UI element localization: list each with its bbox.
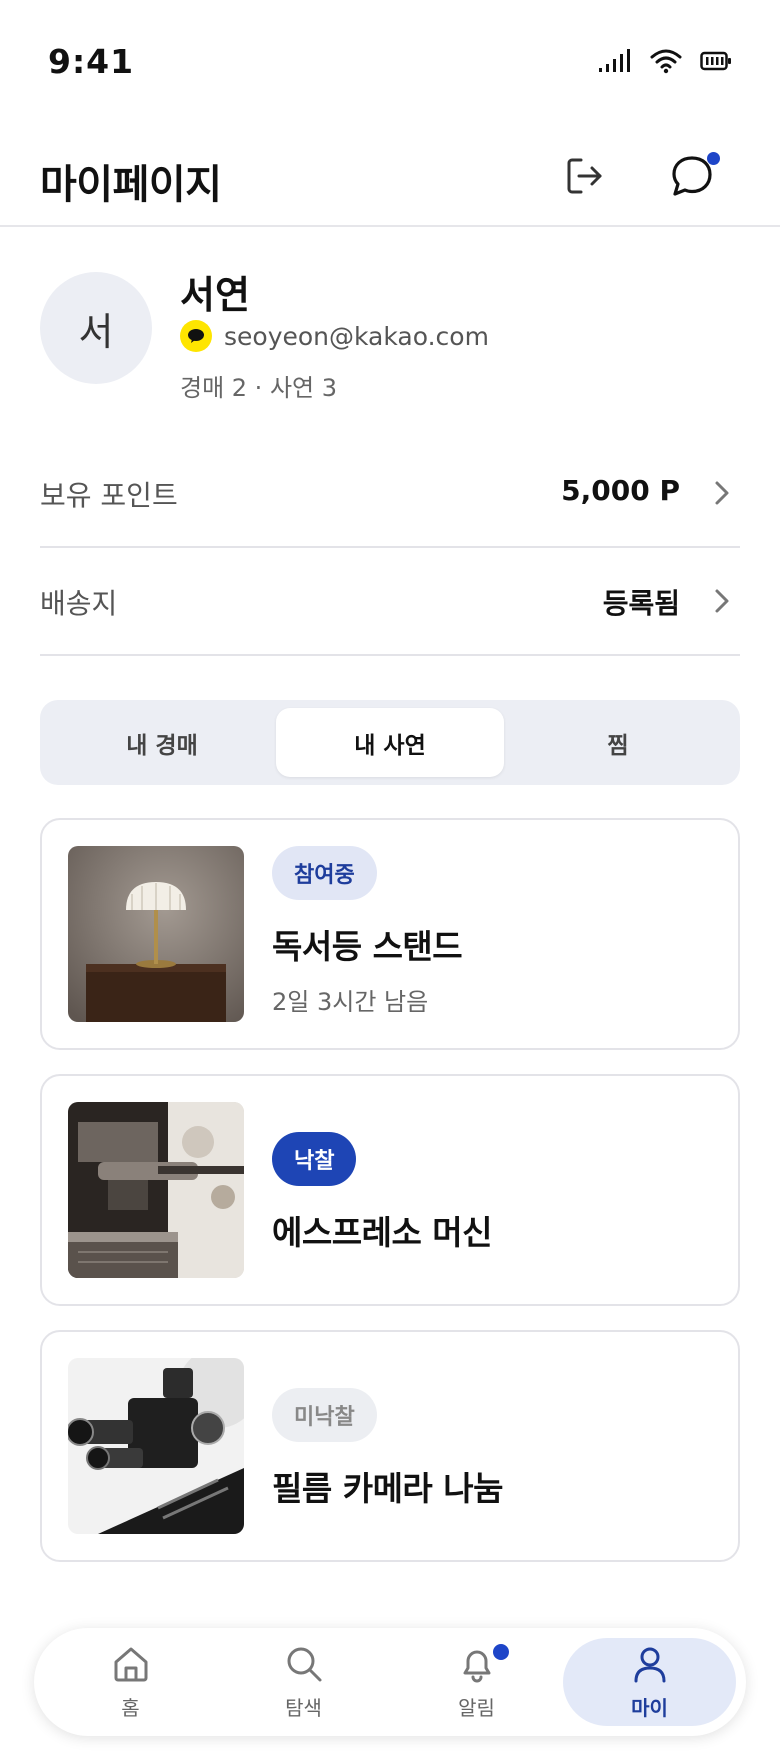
points-label: 보유 포인트 bbox=[40, 479, 178, 512]
wifi-icon bbox=[650, 48, 682, 78]
avatar: 서 bbox=[40, 272, 152, 384]
nav-search[interactable]: 탐색 bbox=[217, 1638, 390, 1726]
segment-tabs: 내 경매 내 사연 찜 bbox=[40, 700, 740, 785]
bell-icon bbox=[457, 1643, 509, 1688]
nav-label-notifications: 알림 bbox=[458, 1695, 495, 1720]
address-row[interactable]: 배송지 등록됨 bbox=[40, 548, 740, 656]
item-title: 독서등 스탠드 bbox=[272, 927, 463, 966]
nav-my[interactable]: 마이 bbox=[563, 1638, 736, 1726]
logout-icon bbox=[564, 155, 606, 201]
home-icon bbox=[111, 1644, 151, 1688]
page-title: 마이페이지 bbox=[40, 162, 222, 208]
notification-dot bbox=[492, 1643, 509, 1660]
lamp-thumbnail bbox=[68, 846, 244, 1022]
chat-notification-dot bbox=[707, 152, 720, 165]
user-name: 서연 bbox=[180, 273, 250, 317]
points-row[interactable]: 보유 포인트 5,000 P bbox=[40, 440, 740, 548]
status-icons bbox=[598, 48, 732, 78]
item-title: 에스프레소 머신 bbox=[272, 1213, 493, 1252]
tab-my-auctions[interactable]: 내 경매 bbox=[48, 708, 276, 777]
item-time-left: 2일 3시간 남음 bbox=[272, 988, 429, 1016]
search-icon bbox=[284, 1644, 324, 1688]
film-camera-thumbnail bbox=[68, 1358, 244, 1534]
list-item[interactable]: 미낙찰 필름 카메라 나눔 bbox=[40, 1330, 740, 1562]
list-item[interactable]: 참여중 독서등 스탠드 2일 3시간 남음 bbox=[40, 818, 740, 1050]
profile-section: 서 서연 seoyeon@kakao.com 경매 2 · 사연 3 bbox=[40, 270, 740, 410]
user-stats: 경매 2 · 사연 3 bbox=[180, 374, 338, 402]
status-bar: 9:41 bbox=[0, 0, 780, 120]
address-label: 배송지 bbox=[40, 587, 118, 620]
nav-label-home: 홈 bbox=[121, 1695, 140, 1720]
points-value: 5,000 P bbox=[561, 474, 680, 507]
user-icon bbox=[630, 1644, 670, 1688]
nav-home[interactable]: 홈 bbox=[44, 1638, 217, 1726]
tab-my-stories[interactable]: 내 사연 bbox=[276, 708, 504, 777]
email-row: seoyeon@kakao.com bbox=[180, 320, 489, 352]
status-badge: 미낙찰 bbox=[272, 1388, 377, 1442]
nav-notifications[interactable]: 알림 bbox=[390, 1638, 563, 1726]
chevron-right-icon bbox=[710, 478, 734, 508]
espresso-thumbnail bbox=[68, 1102, 244, 1278]
logout-button[interactable] bbox=[555, 148, 615, 208]
app-header: 마이페이지 bbox=[0, 130, 780, 227]
nav-label-search: 탐색 bbox=[285, 1695, 322, 1720]
item-title: 필름 카메라 나눔 bbox=[272, 1469, 504, 1508]
status-badge: 낙찰 bbox=[272, 1132, 357, 1186]
kakao-icon bbox=[180, 320, 212, 352]
nav-label-my: 마이 bbox=[631, 1695, 668, 1720]
list-item[interactable]: 낙찰 에스프레소 머신 bbox=[40, 1074, 740, 1306]
bottom-nav: 홈 탐색 알림 마이 bbox=[34, 1628, 746, 1736]
tab-wishlist[interactable]: 찜 bbox=[504, 708, 732, 777]
user-email: seoyeon@kakao.com bbox=[224, 321, 489, 351]
address-value: 등록됨 bbox=[602, 587, 680, 620]
signal-icon bbox=[598, 49, 632, 77]
status-time: 9:41 bbox=[48, 42, 135, 81]
chevron-right-icon bbox=[710, 586, 734, 616]
battery-icon bbox=[700, 50, 732, 76]
status-badge: 참여중 bbox=[272, 846, 377, 900]
chat-button[interactable] bbox=[662, 148, 722, 208]
